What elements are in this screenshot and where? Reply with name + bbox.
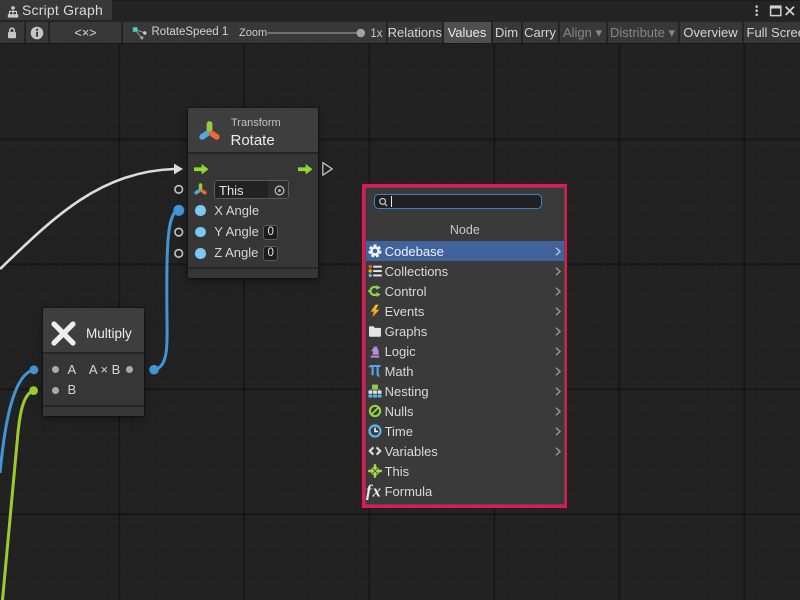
svg-text:x: x bbox=[372, 483, 381, 500]
svg-text:1x: 1x bbox=[370, 28, 382, 40]
